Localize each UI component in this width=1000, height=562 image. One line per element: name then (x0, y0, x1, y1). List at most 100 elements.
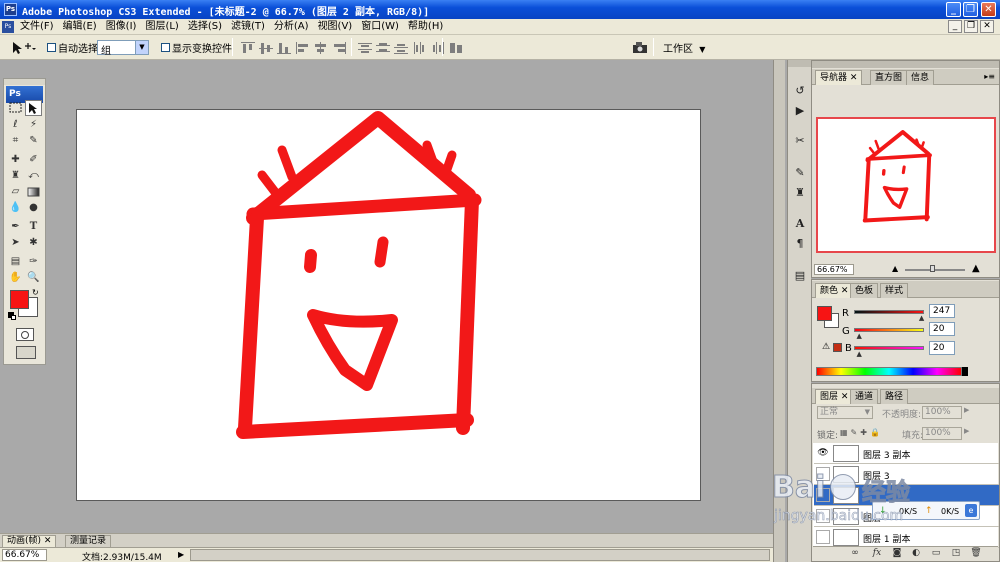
menu-layer[interactable]: 图层(L) (145, 20, 178, 34)
fill-field[interactable]: 100% (922, 427, 962, 440)
align-right-icon[interactable] (332, 42, 346, 54)
menu-image[interactable]: 图像(I) (106, 20, 137, 34)
path-selection-tool-icon[interactable]: ➤ (7, 235, 24, 251)
r-slider-thumb[interactable]: ▲ (919, 314, 924, 322)
quick-mask-icon[interactable] (16, 328, 34, 341)
horizontal-scrollbar[interactable] (190, 549, 770, 561)
clone-stamp-tool-icon[interactable]: ♜ (7, 168, 24, 184)
swap-colors-icon[interactable]: ↻ (32, 288, 39, 297)
tab-info[interactable]: 信息 (906, 70, 935, 85)
navigator-zoom-field[interactable]: 66.67% (814, 264, 854, 275)
slider-thumb[interactable] (930, 265, 935, 272)
shape-tool-icon[interactable]: ✱ (25, 235, 42, 251)
auto-select-checkbox[interactable] (47, 43, 56, 52)
gamut-color-swatch[interactable] (833, 343, 842, 352)
navigator-thumbnail[interactable] (816, 117, 996, 253)
status-menu-arrow-icon[interactable]: ▶ (178, 550, 184, 559)
tools-panel-header[interactable] (4, 79, 45, 85)
fill-arrow-icon[interactable]: ▶ (964, 427, 969, 435)
history-brush-tool-icon[interactable]: ⤺ (25, 168, 42, 184)
navigator-zoom-slider[interactable] (905, 269, 965, 271)
history-icon[interactable]: ↺ (791, 82, 809, 99)
layer-comps-icon[interactable]: ▤ (791, 267, 809, 284)
tab-paths[interactable]: 路径 (880, 389, 909, 404)
layer-name[interactable]: 图层 3 副本 (863, 448, 910, 461)
distribute-top-icon[interactable] (358, 42, 372, 54)
doc-minimize-button[interactable]: _ (948, 20, 962, 33)
crop-tool-icon[interactable]: ⌗ (7, 133, 24, 149)
zoom-out-icon[interactable]: ▲ (892, 264, 898, 273)
tab-swatches[interactable]: 色板 (850, 283, 879, 298)
menu-window[interactable]: 窗口(W) (361, 20, 399, 34)
close-icon[interactable]: ✕ (841, 286, 849, 296)
tab-histogram[interactable]: 直方图 (870, 70, 908, 85)
panel-menu-icon[interactable]: ▸≡ (984, 72, 995, 81)
tab-channels[interactable]: 通道 (850, 389, 879, 404)
clone-source-icon[interactable]: ♜ (791, 184, 809, 201)
align-top-icon[interactable] (241, 42, 255, 54)
close-button[interactable]: ✕ (981, 2, 996, 17)
hand-tool-icon[interactable]: ✋ (7, 270, 24, 286)
magic-wand-tool-icon[interactable]: ⚡ (25, 117, 42, 133)
healing-brush-tool-icon[interactable]: ✚ (7, 152, 24, 168)
paragraph-icon[interactable]: ¶ (791, 235, 809, 252)
character-icon[interactable]: A (791, 215, 809, 232)
g-slider[interactable] (854, 328, 924, 332)
close-icon[interactable]: ✕ (44, 536, 52, 546)
gradient-tool-icon[interactable] (25, 184, 42, 200)
r-value-field[interactable]: 247 (929, 304, 955, 318)
opacity-arrow-icon[interactable]: ▶ (964, 406, 969, 414)
document-canvas[interactable] (76, 109, 701, 501)
menu-analysis[interactable]: 分析(A) (274, 20, 309, 34)
move-tool-icon[interactable] (25, 100, 42, 116)
g-slider-thumb[interactable]: ▲ (856, 332, 861, 340)
menu-filter[interactable]: 滤镜(T) (231, 20, 265, 34)
panel-grip[interactable] (788, 60, 811, 67)
foreground-color-swatch[interactable] (10, 290, 29, 309)
align-vertical-center-icon[interactable] (259, 42, 273, 54)
pen-tool-icon[interactable]: ✒ (7, 219, 24, 235)
photoshop-app-icon[interactable]: Ps (4, 3, 17, 16)
workspace-menu[interactable]: 工作区 ▼ (663, 40, 705, 55)
type-tool-icon[interactable]: T (25, 219, 42, 235)
actions-icon[interactable]: ▶ (791, 102, 809, 119)
color-spectrum-ramp[interactable] (816, 367, 962, 376)
marquee-tool-icon[interactable] (7, 100, 24, 116)
zoom-tool-icon[interactable]: 🔍 (25, 270, 42, 286)
b-slider[interactable] (854, 346, 924, 350)
dodge-tool-icon[interactable]: ● (25, 200, 42, 216)
move-tool-preset-picker[interactable] (10, 40, 36, 56)
brush-tool-icon[interactable]: ✐ (25, 152, 42, 168)
menu-select[interactable]: 选择(S) (188, 20, 222, 34)
panel-grip[interactable] (812, 61, 999, 68)
show-transform-checkbox[interactable] (161, 43, 170, 52)
menu-edit[interactable]: 编辑(E) (63, 20, 97, 34)
distribute-left-icon[interactable] (413, 42, 427, 54)
zoom-in-icon[interactable]: ▲ (972, 263, 980, 274)
minimize-button[interactable]: _ (946, 2, 961, 17)
zoom-field[interactable]: 66.67% (2, 549, 47, 561)
g-value-field[interactable]: 20 (929, 322, 955, 336)
menu-help[interactable]: 帮助(H) (408, 20, 443, 34)
doc-restore-button[interactable]: ❐ (964, 20, 978, 33)
speed-widget-icon[interactable]: e (965, 504, 977, 517)
b-slider-thumb[interactable]: ▲ (856, 350, 861, 358)
tool-presets-icon[interactable]: ✂ (791, 132, 809, 149)
blur-tool-icon[interactable]: 💧 (7, 200, 24, 216)
auto-select-dropdown[interactable]: 组 ▼ (97, 40, 149, 57)
black-swatch[interactable] (962, 367, 968, 376)
eye-icon[interactable]: 👁 (816, 446, 830, 460)
align-left-icon[interactable] (296, 42, 310, 54)
blend-mode-dropdown[interactable]: 正常 ▼ (817, 406, 873, 419)
bridge-icon[interactable] (631, 40, 649, 54)
opacity-field[interactable]: 100% (922, 406, 962, 419)
close-icon[interactable]: ✕ (850, 73, 858, 83)
gamut-warning-icon[interactable]: ⚠ (822, 342, 830, 352)
color-fg-swatch[interactable] (817, 306, 832, 321)
restore-button[interactable]: ❐ (963, 2, 978, 17)
brushes-icon[interactable]: ✎ (791, 164, 809, 181)
close-icon[interactable]: ✕ (841, 392, 849, 402)
lock-icons[interactable]: ▦✎✚🔒 (840, 428, 883, 437)
eraser-tool-icon[interactable]: ▱ (7, 184, 24, 200)
slice-tool-icon[interactable]: ✎ (25, 133, 42, 149)
